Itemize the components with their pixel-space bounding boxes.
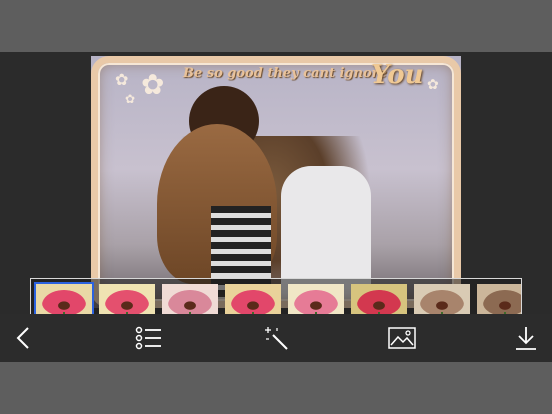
flower-icon (483, 290, 521, 316)
magic-wand-icon (265, 327, 288, 350)
bottom-toolbar (0, 314, 552, 362)
image-button[interactable] (386, 322, 418, 354)
download-icon (516, 327, 536, 350)
download-button[interactable] (510, 322, 542, 354)
list-icon (135, 326, 161, 350)
image-icon (388, 327, 416, 349)
top-bar (0, 0, 552, 52)
magic-wand-button[interactable] (260, 322, 292, 354)
quote-text: Be so good they cant ignore (183, 66, 387, 81)
photo-preview[interactable]: ✿ ✿ ✿ ✿ Be so good they cant ignore You (91, 56, 461, 308)
back-icon (16, 327, 29, 349)
flower-decoration-icon: ✿ (427, 76, 439, 92)
editor-canvas: ✿ ✿ ✿ ✿ Be so good they cant ignore You … (0, 52, 552, 344)
flower-decoration-icon: ✿ (115, 72, 129, 89)
flower-decoration-icon: ✿ (125, 92, 136, 106)
list-button[interactable] (133, 322, 165, 354)
quote-emphasis: You (371, 60, 424, 90)
flower-decoration-icon: ✿ (141, 69, 165, 100)
back-button[interactable] (8, 322, 40, 354)
bottom-bar (0, 362, 552, 414)
